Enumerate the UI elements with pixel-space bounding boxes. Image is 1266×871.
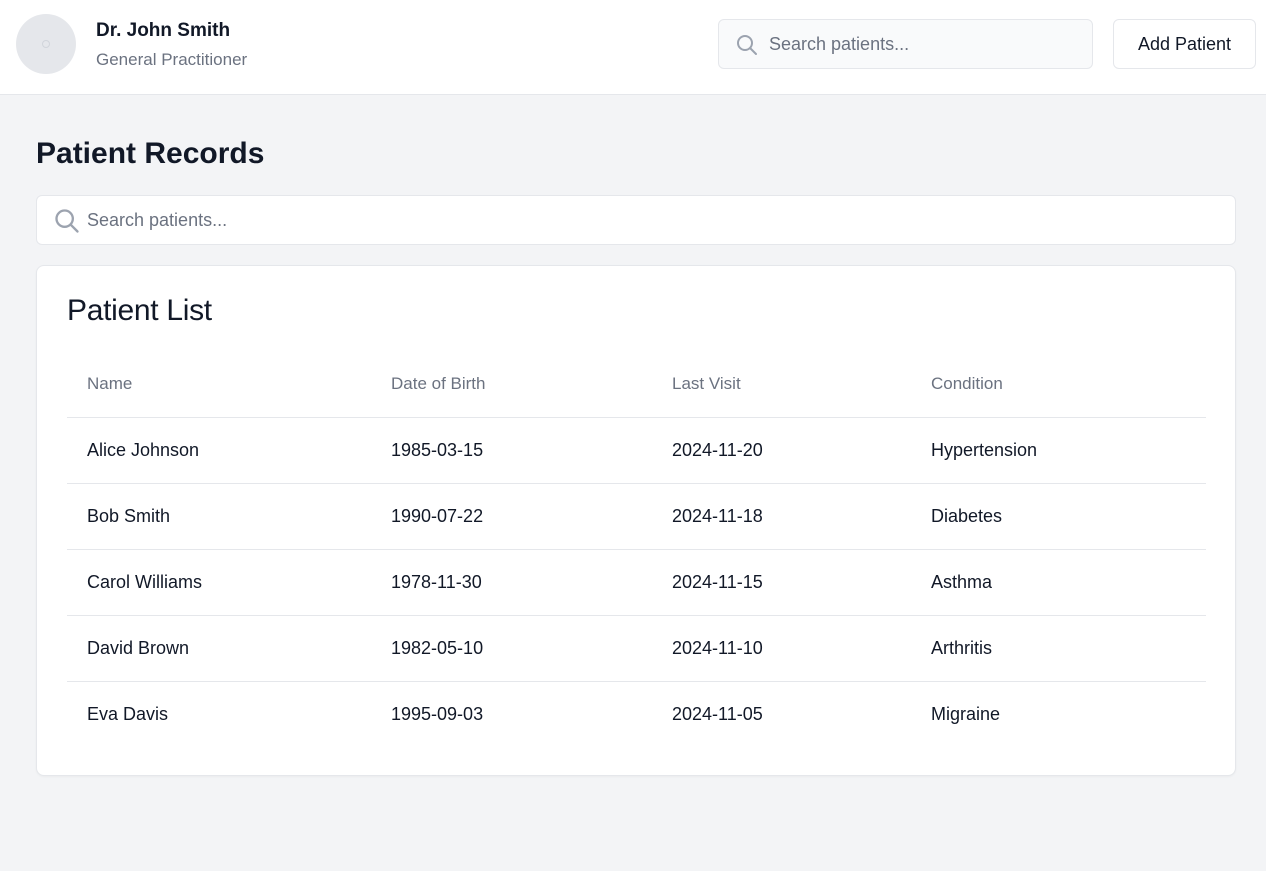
patient-list-title: Patient List [67,294,212,327]
cell-name: Alice Johnson [67,417,371,484]
cell-condition: Migraine [931,703,1001,724]
page-title: Patient Records [36,137,265,170]
search-icon [737,35,757,55]
doctor-title: General Practitioner [96,50,248,69]
cell-name: David Brown [67,615,371,682]
table-row[interactable]: Alice Johnson 1985-03-15 2024-11-20 Hype… [67,417,1206,484]
main-search-box[interactable] [36,195,1236,245]
cell-condition: Asthma [911,549,1206,616]
cell-date-of-birth: 1990-07-22 [371,483,652,550]
patient-list-card: Patient List Name Date of Birth Last Vis… [36,265,1236,776]
doctor-name: Dr. John Smith [96,20,231,41]
avatar[interactable] [16,14,76,74]
cell-last-visit: 2024-11-10 [652,615,911,682]
cell-condition: Arthritis [911,615,1206,682]
avatar-placeholder-icon [42,40,50,48]
table-row[interactable]: Eva Davis 1995-09-03 2024-11-05 Migraine [67,681,1206,747]
cell-last-visit: 2024-11-20 [652,417,911,484]
patient-table: Name Date of Birth Last Visit Condition … [67,352,1206,747]
header-search-box[interactable] [718,19,1093,69]
column-header-date-of-birth[interactable]: Date of Birth [371,352,652,418]
cell-name: Eva Davis [87,703,169,724]
cell-condition: Diabetes [911,483,1206,550]
table-row[interactable]: David Brown 1982-05-10 2024-11-10 Arthri… [67,615,1206,682]
cell-last-visit: 2024-11-05 [672,703,763,724]
table-header-row: Name Date of Birth Last Visit Condition [67,352,1206,418]
main-search-input[interactable] [87,196,1227,244]
top-header: Dr. John Smith General Practitioner Add … [0,0,1266,95]
cell-date-of-birth: 1978-11-30 [371,549,652,616]
column-header-name[interactable]: Name [67,352,371,418]
cell-name: Carol Williams [67,549,371,616]
cell-last-visit: 2024-11-15 [652,549,911,616]
table-row[interactable]: Carol Williams 1978-11-30 2024-11-15 Ast… [67,549,1206,616]
add-patient-button[interactable]: Add Patient [1113,19,1256,69]
cell-date-of-birth: 1995-09-03 [391,703,484,724]
header-search-input[interactable] [769,20,1084,68]
cell-last-visit: 2024-11-18 [652,483,911,550]
cell-name: Bob Smith [67,483,371,550]
search-icon [55,209,79,233]
column-header-condition[interactable]: Condition [911,352,1206,418]
table-row[interactable]: Bob Smith 1990-07-22 2024-11-18 Diabetes [67,483,1206,550]
cell-date-of-birth: 1982-05-10 [371,615,652,682]
cell-date-of-birth: 1985-03-15 [371,417,652,484]
cell-condition: Hypertension [911,417,1206,484]
column-header-last-visit[interactable]: Last Visit [652,352,911,418]
